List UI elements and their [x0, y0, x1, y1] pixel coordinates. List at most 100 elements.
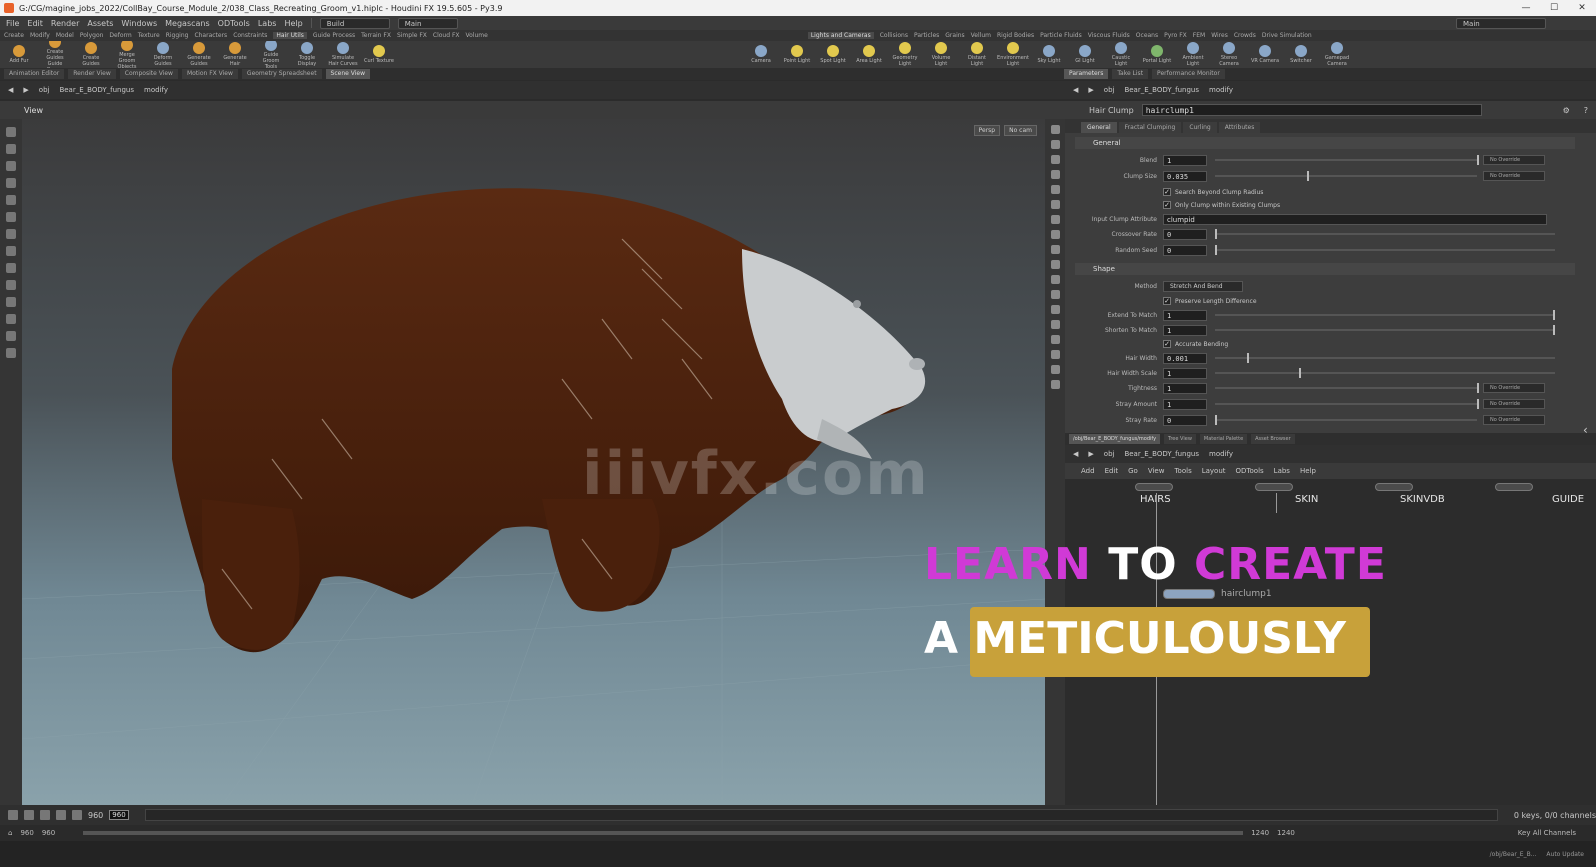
menu-assets[interactable]: Assets — [87, 19, 113, 28]
range-slider[interactable] — [83, 831, 1244, 835]
override-dropdown[interactable]: No Override — [1483, 415, 1545, 425]
transform-tool-icon[interactable] — [6, 144, 16, 154]
section-shape[interactable]: Shape — [1075, 263, 1575, 275]
shelf-tab[interactable]: Volume — [466, 32, 488, 39]
slider-knob[interactable] — [1553, 325, 1555, 335]
display-option-icon[interactable] — [1050, 260, 1060, 269]
pane-tab[interactable]: Performance Monitor — [1152, 69, 1225, 79]
shelf-tool-button[interactable]: Gamepad Camera — [1322, 42, 1352, 67]
current-frame-field[interactable]: 960 — [109, 810, 129, 820]
shelf-tool-button[interactable]: Stereo Camera — [1214, 42, 1244, 67]
shelf-tab[interactable]: Grains — [945, 32, 964, 39]
minimize-button[interactable]: — — [1512, 0, 1540, 16]
forward-arrow-icon[interactable]: ▶ — [1088, 450, 1093, 458]
display-option-icon[interactable] — [1050, 365, 1060, 374]
shelf-tab-active-right[interactable]: Lights and Cameras — [807, 32, 874, 39]
display-option-icon[interactable] — [1050, 140, 1060, 149]
shelf-tool-button[interactable]: Create Guides Guide Groom — [40, 41, 70, 68]
display-option-icon[interactable] — [1050, 245, 1060, 254]
path-obj[interactable]: obj — [39, 86, 50, 94]
shelf-tool-button[interactable]: Caustic Light — [1106, 42, 1136, 67]
network-tab-active[interactable]: /obj/Bear_E_BODY_fungus/modify — [1069, 434, 1161, 444]
menu-edit[interactable]: Edit — [27, 19, 43, 28]
shelf-tab[interactable]: Wires — [1211, 32, 1228, 39]
shelf-tab[interactable]: Model — [56, 32, 74, 39]
path-network[interactable]: modify — [1209, 86, 1233, 94]
shelf-tool-button[interactable]: Sky Light — [1034, 45, 1064, 64]
network-tab[interactable]: Asset Browser — [1251, 434, 1295, 444]
shelf-tab[interactable]: Vellum — [971, 32, 991, 39]
pose-tool-icon[interactable] — [6, 212, 16, 222]
display-option-icon[interactable] — [1050, 230, 1060, 239]
node-skin-box[interactable] — [1255, 483, 1293, 491]
override-dropdown[interactable]: No Override — [1483, 171, 1545, 181]
shelf-tab[interactable]: Deform — [109, 32, 131, 39]
shelf-tool-button[interactable]: Generate Hair — [220, 42, 250, 67]
pane-tab[interactable]: Motion FX View — [181, 69, 238, 79]
shelf-tab[interactable]: Collisions — [880, 32, 908, 39]
param-field[interactable]: 0 — [1163, 414, 1207, 426]
handle-tool-icon[interactable] — [6, 195, 16, 205]
maximize-button[interactable]: ☐ — [1540, 0, 1568, 16]
shelf-tab[interactable]: FEM — [1193, 32, 1205, 39]
jump-end-icon[interactable] — [72, 810, 82, 820]
net-menu-edit[interactable]: Edit — [1105, 467, 1119, 475]
checkbox[interactable]: ✓ — [1163, 201, 1171, 209]
slider-knob[interactable] — [1477, 383, 1479, 393]
shelf-tool-button[interactable]: Point Light — [782, 45, 812, 64]
3d-viewport[interactable]: Persp No cam iiivfx.com — [22, 119, 1045, 805]
shelf-tab[interactable]: Pyro FX — [1164, 32, 1187, 39]
slider-knob[interactable] — [1215, 229, 1217, 239]
camera-button[interactable]: No cam — [1004, 125, 1037, 136]
snap-tool-icon[interactable] — [6, 280, 16, 290]
select-tool-icon[interactable] — [6, 127, 16, 137]
param-field[interactable]: 1 — [1163, 398, 1207, 410]
shelf-tab[interactable]: Viscous Fluids — [1088, 32, 1130, 39]
close-button[interactable]: ✕ — [1568, 0, 1596, 16]
display-option-icon[interactable] — [1050, 290, 1060, 299]
view-tool-icon[interactable] — [6, 263, 16, 273]
display-option-icon[interactable] — [1050, 320, 1060, 329]
shelf-tab[interactable]: Cloud FX — [433, 32, 460, 39]
path-obj[interactable]: obj — [1104, 86, 1115, 94]
timeline-scrubber[interactable] — [144, 809, 1498, 821]
shelf-tool-button[interactable]: Deform Guides — [148, 42, 178, 67]
camera-tool-icon[interactable] — [6, 331, 16, 341]
paint-tool-icon[interactable] — [6, 246, 16, 256]
shelf-tab[interactable]: Particle Fluids — [1040, 32, 1082, 39]
slider-knob[interactable] — [1247, 353, 1249, 363]
shelf-tool-button[interactable]: Area Light — [854, 45, 884, 64]
tab-curling[interactable]: Curling — [1183, 122, 1217, 133]
path-object[interactable]: Bear_E_BODY_fungus — [1124, 450, 1199, 458]
range-start-field[interactable]: 960 — [20, 829, 33, 837]
node-skinvdb-box[interactable] — [1375, 483, 1413, 491]
net-menu-help[interactable]: Help — [1300, 467, 1316, 475]
desktop-selector[interactable]: Build — [319, 17, 390, 29]
play-icon[interactable] — [56, 810, 66, 820]
slider-knob[interactable] — [1307, 171, 1309, 181]
shelf-tool-button[interactable]: Curl Texture — [364, 45, 394, 64]
menu-labs[interactable]: Labs — [258, 19, 277, 28]
shelf-tool-button[interactable]: Ambient Light — [1178, 42, 1208, 67]
shelf-tab[interactable]: Oceans — [1136, 32, 1158, 39]
param-field[interactable]: 0 — [1163, 228, 1207, 240]
shelf-tool-button[interactable]: Merge Groom Objects — [112, 41, 142, 68]
param-slider[interactable] — [1215, 368, 1555, 378]
light-tool-icon[interactable] — [6, 348, 16, 358]
shelf-tab[interactable]: Create — [4, 32, 24, 39]
param-slider[interactable] — [1215, 155, 1479, 165]
menu-file[interactable]: File — [6, 19, 19, 28]
shelf-tab[interactable]: Characters — [194, 32, 227, 39]
checkbox[interactable]: ✓ — [1163, 188, 1171, 196]
menu-megascans[interactable]: Megascans — [165, 19, 210, 28]
path-object[interactable]: Bear_E_BODY_fungus — [59, 86, 134, 94]
node-hairclump-box[interactable] — [1163, 589, 1215, 599]
forward-arrow-icon[interactable]: ▶ — [23, 86, 28, 94]
pane-tab[interactable]: Composite View — [119, 69, 178, 79]
param-slider[interactable] — [1215, 325, 1555, 335]
magnet-tool-icon[interactable] — [6, 314, 16, 324]
back-arrow-icon[interactable]: ◀ — [1073, 86, 1078, 94]
brush-tool-icon[interactable] — [6, 229, 16, 239]
forward-arrow-icon[interactable]: ▶ — [1088, 86, 1093, 94]
shelf-tab[interactable]: Simple FX — [397, 32, 427, 39]
